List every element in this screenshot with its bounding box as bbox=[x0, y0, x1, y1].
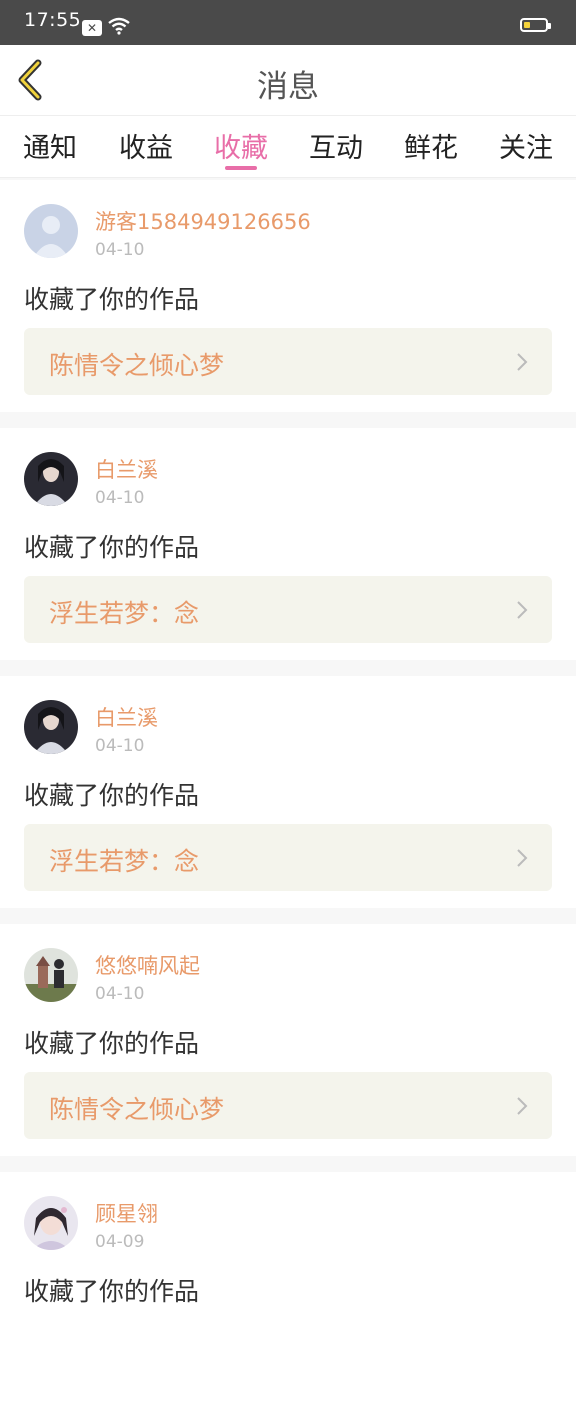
work-link[interactable]: 浮生若梦：念 bbox=[24, 824, 552, 891]
user-name[interactable]: 顾星翎 bbox=[95, 1198, 158, 1228]
action-text: 收藏了你的作品 bbox=[24, 1277, 200, 1306]
chevron-right-icon bbox=[517, 353, 528, 371]
avatar[interactable] bbox=[24, 1196, 78, 1250]
battery-icon bbox=[520, 18, 551, 32]
tab-flowers[interactable]: 鲜花 bbox=[391, 126, 471, 165]
chevron-right-icon bbox=[517, 601, 528, 619]
message-date: 04-10 bbox=[95, 240, 145, 260]
work-link[interactable]: 陈情令之倾心梦 bbox=[24, 1072, 552, 1139]
work-title: 陈情令之倾心梦 bbox=[49, 1095, 225, 1124]
work-link[interactable]: 浮生若梦：念 bbox=[24, 576, 552, 643]
message-card: 白兰溪 04-10 收藏了你的作品 浮生若梦：念 bbox=[0, 676, 576, 908]
chevron-right-icon bbox=[517, 1097, 528, 1115]
action-text: 收藏了你的作品 bbox=[24, 781, 200, 810]
work-link[interactable]: 陈情令之倾心梦 bbox=[24, 328, 552, 395]
chevron-right-icon bbox=[517, 849, 528, 867]
message-date: 04-10 bbox=[95, 736, 145, 756]
message-card: 白兰溪 04-10 收藏了你的作品 浮生若梦：念 bbox=[0, 428, 576, 660]
avatar[interactable] bbox=[24, 700, 78, 754]
work-title: 陈情令之倾心梦 bbox=[49, 351, 225, 380]
user-name[interactable]: 悠悠喃风起 bbox=[95, 950, 200, 980]
tab-bar: 通知 收益 收藏 互动 鲜花 关注 bbox=[0, 115, 576, 178]
work-title: 浮生若梦：念 bbox=[49, 599, 200, 628]
message-card: 游客1584949126656 04-10 收藏了你的作品 陈情令之倾心梦 bbox=[0, 180, 576, 412]
message-card: 顾星翎 04-09 收藏了你的作品 bbox=[0, 1172, 576, 1404]
action-text: 收藏了你的作品 bbox=[24, 285, 200, 314]
status-bar: 17:55 ✕ bbox=[0, 0, 576, 45]
wifi-icon bbox=[108, 17, 130, 35]
message-date: 04-10 bbox=[95, 984, 145, 1004]
user-name[interactable]: 白兰溪 bbox=[95, 454, 158, 484]
avatar[interactable] bbox=[24, 452, 78, 506]
user-name[interactable]: 游客1584949126656 bbox=[95, 206, 311, 236]
avatar[interactable] bbox=[24, 204, 78, 258]
user-name[interactable]: 白兰溪 bbox=[95, 702, 158, 732]
active-tab-indicator bbox=[225, 166, 257, 170]
tab-favorites[interactable]: 收藏 bbox=[201, 126, 281, 165]
work-title: 浮生若梦：念 bbox=[49, 847, 200, 876]
status-time: 17:55 bbox=[24, 9, 82, 31]
message-card: 悠悠喃风起 04-10 收藏了你的作品 陈情令之倾心梦 bbox=[0, 924, 576, 1156]
tab-earnings[interactable]: 收益 bbox=[106, 126, 186, 165]
avatar[interactable] bbox=[24, 948, 78, 1002]
message-date: 04-09 bbox=[95, 1232, 145, 1252]
tab-notifications[interactable]: 通知 bbox=[10, 126, 90, 165]
action-text: 收藏了你的作品 bbox=[24, 1029, 200, 1058]
message-date: 04-10 bbox=[95, 488, 145, 508]
tab-interactions[interactable]: 互动 bbox=[296, 126, 376, 165]
page-title: 消息 bbox=[257, 69, 319, 105]
notification-icon: ✕ bbox=[82, 20, 102, 36]
top-bar: 消息 bbox=[0, 45, 576, 115]
tab-follows[interactable]: 关注 bbox=[486, 126, 566, 165]
action-text: 收藏了你的作品 bbox=[24, 533, 200, 562]
